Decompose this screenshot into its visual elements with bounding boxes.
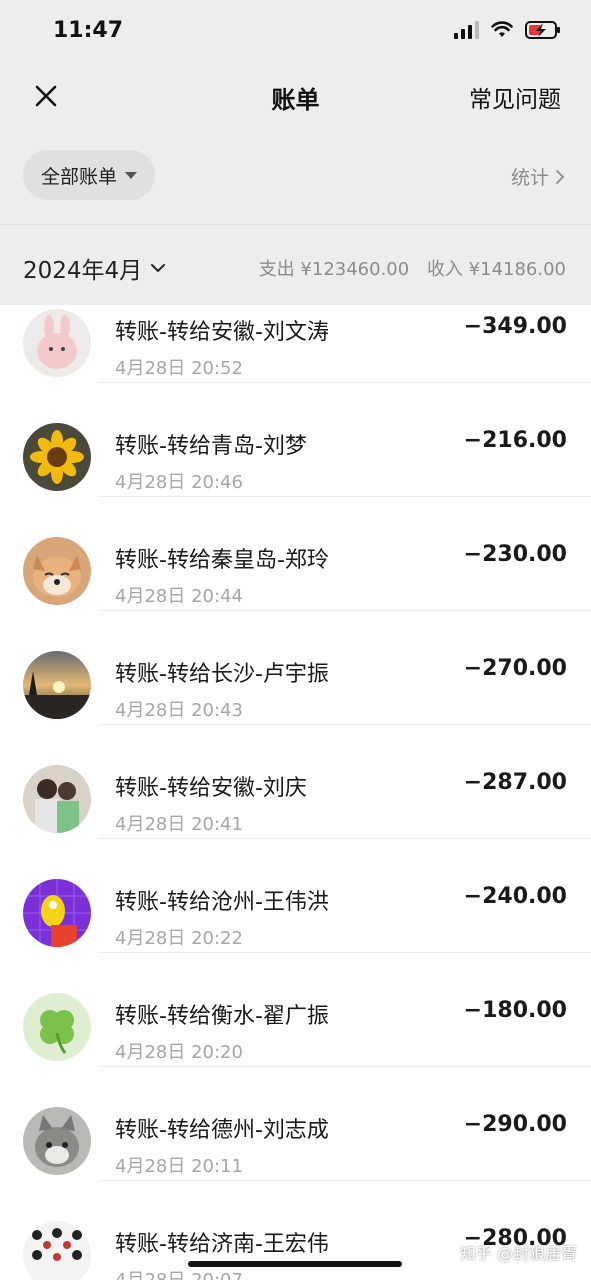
transaction-time: 4月28日 20:44 [115,586,243,607]
transaction-row[interactable]: 转账-转给安徽-刘文涛 4月28日 20:52 −349.00 [0,304,591,383]
status-bar: 11:47 [0,0,591,62]
couple-photo-avatar [23,765,91,833]
transaction-row[interactable]: 转账-转给长沙-卢宇振 4月28日 20:43 −270.00 [0,610,591,725]
transaction-title: 转账-转给安徽-刘文涛 [115,320,329,345]
transaction-row[interactable]: 转账-转给德州-刘志成 4月28日 20:11 −290.00 [0,1066,591,1181]
month-label: 2024年4月 [23,258,143,284]
all-bills-filter[interactable]: 全部账单 [23,150,156,200]
transaction-time: 4月28日 20:11 [115,1156,243,1177]
transaction-time: 4月28日 20:46 [115,472,243,493]
transaction-title: 转账-转给长沙-卢宇振 [115,662,329,687]
wifi-icon [491,21,513,39]
stats-label: 统计 [510,167,549,189]
filter-bar: 全部账单 统计 [0,130,591,224]
cat-avatar [23,1107,91,1175]
transaction-amount: −216.00 [463,428,567,453]
month-totals: 支出 ¥123460.00 收入 ¥14186.00 [247,255,566,281]
transaction-row[interactable]: 转账-转给衡水-翟广振 4月28日 20:20 −180.00 [0,952,591,1067]
transaction-amount: −290.00 [463,1112,567,1137]
transaction-row[interactable]: 转账-转给沧州-王伟洪 4月28日 20:22 −240.00 [0,838,591,953]
chevron-right-icon [556,169,565,184]
transaction-time: 4月28日 20:41 [115,814,243,835]
all-bills-label: 全部账单 [41,165,118,188]
shiba-dog-avatar [23,537,91,605]
stats-link[interactable]: 统计 [511,163,565,190]
transaction-row[interactable]: 转账-转给秦皇岛-郑玲 4月28日 20:44 −230.00 [0,496,591,611]
pattern-avatar [23,1221,91,1280]
clover-avatar [23,993,91,1061]
home-indicator[interactable] [188,1261,402,1267]
transaction-title: 转账-转给秦皇岛-郑玲 [115,548,329,573]
transaction-amount: −240.00 [463,884,567,909]
transaction-amount: −230.00 [463,542,567,567]
transaction-title: 转账-转给沧州-王伟洪 [115,890,329,915]
income-total: 收入 ¥14186.00 [426,259,566,280]
expense-total: 支出 ¥123460.00 [258,259,410,280]
transaction-title: 转账-转给青岛-刘梦 [115,434,307,459]
month-summary-bar: 2024年4月 支出 ¥123460.00 收入 ¥14186.00 [0,224,591,305]
chevron-down-icon [151,264,166,273]
status-icons [454,20,561,40]
cartoon-purple-avatar [23,879,91,947]
transaction-title: 转账-转给德州-刘志成 [115,1118,329,1143]
transaction-title: 转账-转给衡水-翟广振 [115,1004,329,1029]
transaction-amount: −180.00 [463,998,567,1023]
transaction-list[interactable]: 转账-转给安徽-刘文涛 4月28日 20:52 −349.00 转账-转给青岛-刘梦 4… [0,304,591,1280]
watermark: 知乎 @封狼居胥 [459,1244,577,1263]
transaction-row[interactable]: 转账-转给安徽-刘庆 4月28日 20:41 −287.00 [0,724,591,839]
transaction-amount: −349.00 [463,314,567,339]
caret-down-icon [125,171,138,179]
month-selector[interactable]: 2024年4月 [23,251,166,285]
pink-bunny-avatar [23,309,91,377]
transaction-time: 4月28日 20:07 [115,1266,243,1280]
transaction-title: 转账-转给济南-王宏伟 [115,1232,329,1257]
transaction-row[interactable]: 转账-转给青岛-刘梦 4月28日 20:46 −216.00 [0,382,591,497]
transaction-amount: −270.00 [463,656,567,681]
transaction-title: 转账-转给安徽-刘庆 [115,776,307,801]
transaction-amount: −287.00 [463,770,567,795]
sunset-avatar [23,651,91,719]
faq-button[interactable]: 常见问题 [469,80,561,114]
transaction-time: 4月28日 20:20 [115,1042,243,1063]
battery-charging-icon [525,20,561,40]
status-time: 11:47 [53,18,124,43]
transaction-time: 4月28日 20:43 [115,700,243,721]
transaction-time: 4月28日 20:22 [115,928,243,949]
nav-bar: 账单 常见问题 [0,62,591,130]
transaction-time: 4月28日 20:52 [115,358,243,379]
sunflower-avatar [23,423,91,491]
signal-icon [454,21,479,39]
